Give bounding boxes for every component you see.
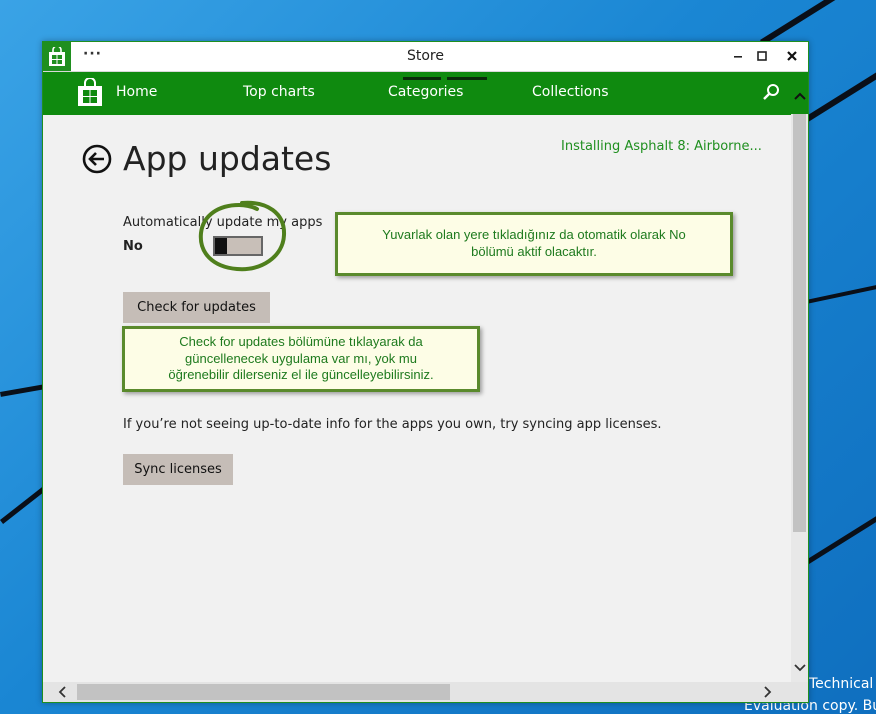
nav-item-categories[interactable]: Categories: [388, 84, 463, 100]
desktop-stripe: [760, 0, 876, 46]
vertical-scrollbar[interactable]: [791, 78, 808, 682]
annotation-circle: [198, 200, 287, 272]
callout-text: güncellenecek uygulama var mı, yok mu: [185, 350, 417, 366]
horizontal-scrollbar[interactable]: [43, 682, 808, 702]
desktop-stripe: [806, 512, 876, 565]
check-for-updates-button[interactable]: Check for updates: [123, 292, 270, 323]
search-icon[interactable]: [759, 81, 783, 105]
callout-text: öğrenebilir dilerseniz el ile güncelleye…: [168, 367, 434, 383]
sync-licenses-info: If you’re not seeing up-to-date info for…: [123, 417, 662, 432]
store-nav-bar: Home Top charts Categories Collections: [43, 72, 808, 115]
back-arrow-circle-icon[interactable]: [81, 143, 113, 175]
callout-text: Yuvarlak olan yere tıkladığınız da otoma…: [382, 227, 686, 243]
chevron-up-icon[interactable]: [791, 78, 808, 114]
sync-licenses-button[interactable]: Sync licenses: [123, 454, 233, 485]
desktop-watermark-line1: Technical: [809, 676, 874, 692]
auto-update-value: No: [123, 239, 143, 254]
vertical-scroll-thumb[interactable]: [793, 114, 806, 532]
maximize-icon[interactable]: [747, 44, 777, 68]
horizontal-scroll-thumb[interactable]: [77, 684, 450, 700]
toggle-annotation-callout: Yuvarlak olan yere tıkladığınız da otoma…: [335, 212, 733, 276]
chevron-down-icon[interactable]: [791, 658, 808, 678]
callout-text: Check for updates bölümüne tıklayarak da: [179, 334, 423, 350]
desktop-stripe: [800, 35, 876, 126]
window-title: Store: [406, 48, 444, 64]
nav-item-top-charts[interactable]: Top charts: [243, 84, 315, 100]
check-updates-annotation-callout: Check for updates bölümüne tıklayarak da…: [122, 326, 480, 392]
nav-item-home[interactable]: Home: [116, 84, 157, 100]
chevron-right-icon[interactable]: [759, 684, 775, 700]
nav-item-collections[interactable]: Collections: [532, 84, 609, 100]
close-icon[interactable]: [777, 44, 807, 68]
page-title: App updates: [123, 139, 332, 178]
callout-text: bölümü aktif olacaktır.: [471, 244, 597, 259]
app-updates-page: App updates Installing Asphalt 8: Airbor…: [43, 115, 791, 682]
installing-status-link[interactable]: Installing Asphalt 8: Airborne...: [561, 139, 762, 154]
desktop-stripe: [806, 281, 876, 304]
nav-indicator: [447, 77, 487, 80]
chevron-left-icon[interactable]: [55, 684, 71, 700]
nav-indicator: [403, 77, 441, 80]
title-bar[interactable]: ··· Store: [43, 42, 808, 72]
store-logo-icon[interactable]: [75, 77, 105, 108]
